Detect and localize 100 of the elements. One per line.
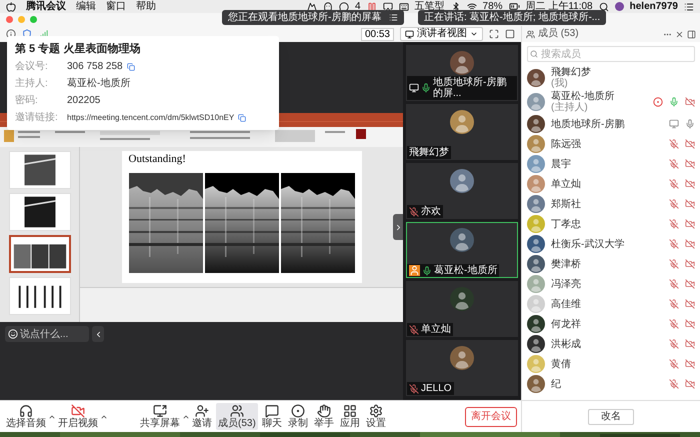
- monitor-icon: [405, 30, 414, 38]
- member-row[interactable]: 杜衡乐-武汉大学: [522, 234, 700, 254]
- add-user-icon: [195, 404, 209, 418]
- chat-icon: [264, 404, 279, 418]
- member-row[interactable]: 陈远强: [522, 134, 700, 154]
- toolbar-button[interactable]: 邀请: [190, 403, 214, 430]
- video-tile[interactable]: 地质地球所-房鹏的屏...: [406, 45, 518, 101]
- avatar: [527, 175, 545, 193]
- video-tile[interactable]: JELLO: [406, 340, 518, 396]
- member-row[interactable]: 晨宇: [522, 154, 700, 174]
- list-icon[interactable]: [389, 13, 398, 22]
- member-name: 高佳维: [551, 298, 581, 310]
- participant-name: JELLO: [421, 383, 452, 394]
- slide-thumbnail[interactable]: [8, 235, 70, 273]
- fullscreen-icon[interactable]: [489, 29, 499, 39]
- avatar: [527, 93, 545, 111]
- bluetooth-icon[interactable]: [450, 2, 461, 12]
- input-method[interactable]: 五笔型: [414, 0, 445, 12]
- member-name: 杜衡乐-武汉大学: [551, 238, 624, 250]
- toolbar-button[interactable]: 聊天: [260, 403, 284, 430]
- chat-input[interactable]: 说点什么...: [5, 326, 89, 342]
- clock[interactable]: 周二 上午11:08: [526, 0, 593, 12]
- participant-name: 亦欢: [421, 206, 441, 217]
- video-tile[interactable]: 飛舞幻梦: [406, 104, 518, 160]
- member-row[interactable]: 黄倩: [522, 354, 700, 374]
- keyboard-icon[interactable]: [398, 2, 409, 12]
- avatar: [527, 335, 545, 353]
- battery-icon[interactable]: [508, 1, 520, 12]
- avatar: [527, 115, 545, 133]
- toolbar-button[interactable]: 共享屏幕: [138, 403, 182, 430]
- toolbar-button[interactable]: 开启视频: [56, 403, 100, 430]
- screen-share-icon: [153, 404, 167, 418]
- member-row[interactable]: 丁孝忠: [522, 214, 700, 234]
- pause-icon[interactable]: [366, 2, 377, 12]
- view-mode-button[interactable]: 演讲者视图: [400, 27, 483, 41]
- member-row[interactable]: 单立灿: [522, 174, 700, 194]
- video-tile[interactable]: 亦欢: [406, 163, 518, 219]
- avatar: [527, 155, 545, 173]
- list-icon[interactable]: [684, 2, 694, 12]
- toolbar-button[interactable]: 成员(53): [216, 403, 258, 430]
- toolbar-button[interactable]: 举手: [312, 403, 336, 430]
- menu-item[interactable]: 编辑: [76, 0, 96, 12]
- user-avatar[interactable]: [614, 2, 624, 11]
- collapse-chat-button[interactable]: [92, 326, 104, 342]
- member-name: 飛舞幻梦: [551, 67, 591, 78]
- member-name: 郑斯社: [551, 198, 581, 210]
- toolbar-button[interactable]: 设置: [364, 403, 388, 430]
- search-field[interactable]: 搜索成员: [527, 46, 695, 62]
- headphones-icon: [19, 404, 33, 418]
- member-row[interactable]: 樊津桥: [522, 254, 700, 274]
- member-name: 冯泽亮: [551, 278, 581, 290]
- emoji-icon[interactable]: [8, 329, 18, 339]
- member-row[interactable]: 飛舞幻梦 (我): [522, 66, 700, 90]
- menu-item[interactable]: 窗口: [106, 0, 126, 12]
- wifi-icon[interactable]: [466, 2, 477, 12]
- speaking-text: 正在讲话: 葛亚松-地质所; 地质地球所-...: [424, 12, 600, 24]
- grid-icon: [342, 404, 357, 418]
- window-icon[interactable]: [505, 29, 515, 39]
- avatar: [527, 215, 545, 233]
- avatar: [527, 275, 545, 293]
- toolbar-button[interactable]: 选择音频: [4, 403, 48, 430]
- toolbar-button[interactable]: 应用: [338, 403, 362, 430]
- message-count: 4: [354, 0, 361, 12]
- member-row[interactable]: 地质地球所-房鹏: [522, 114, 700, 134]
- apple-icon[interactable]: [6, 2, 16, 12]
- participant-name: 葛亚松-地质所: [434, 265, 498, 276]
- member-row[interactable]: 洪彬成: [522, 334, 700, 354]
- member-row[interactable]: 葛亚松-地质所 (主持人): [522, 90, 700, 114]
- member-name: 洪彬成: [551, 338, 581, 350]
- toolbar-button[interactable]: 录制: [286, 403, 310, 430]
- collapse-handle[interactable]: [393, 214, 403, 240]
- copy-icon[interactable]: [126, 62, 135, 70]
- ghost-icon[interactable]: [322, 2, 333, 12]
- member-name: 樊津桥: [551, 258, 581, 270]
- copy-icon[interactable]: [238, 114, 246, 122]
- member-row[interactable]: 高佳维: [522, 294, 700, 314]
- info-value: https://meeting.tencent.com/dm/5klwtSD10nEY: [67, 112, 234, 124]
- close-icon[interactable]: [675, 30, 684, 38]
- member-row[interactable]: 冯泽亮: [522, 274, 700, 294]
- rename-button[interactable]: 改名: [588, 408, 634, 424]
- menu-item[interactable]: 腾讯会议: [26, 0, 66, 12]
- member-row[interactable]: 纪: [522, 374, 700, 394]
- video-tile[interactable]: 葛亚松-地质所: [406, 222, 518, 278]
- menu-item[interactable]: 帮助: [136, 0, 156, 12]
- record-icon: [290, 404, 305, 418]
- close-window-button[interactable]: [6, 16, 13, 23]
- member-row[interactable]: 郑斯社: [522, 194, 700, 214]
- member-row[interactable]: 何龙祥: [522, 314, 700, 334]
- search-icon[interactable]: [598, 2, 609, 12]
- avatar: [450, 110, 474, 134]
- panel-icon[interactable]: [687, 30, 696, 38]
- avatar: [527, 375, 545, 393]
- video-tile[interactable]: 单立灿: [406, 281, 518, 337]
- avatar: [450, 51, 474, 75]
- panel-title: 成员 (53): [538, 28, 579, 40]
- member-name: 丁孝忠: [551, 218, 581, 230]
- user-name[interactable]: helen7979: [630, 0, 678, 12]
- leave-meeting-button[interactable]: 离开会议: [465, 406, 517, 426]
- info-label: 会议号:: [15, 60, 49, 72]
- airplay-icon[interactable]: [382, 2, 393, 12]
